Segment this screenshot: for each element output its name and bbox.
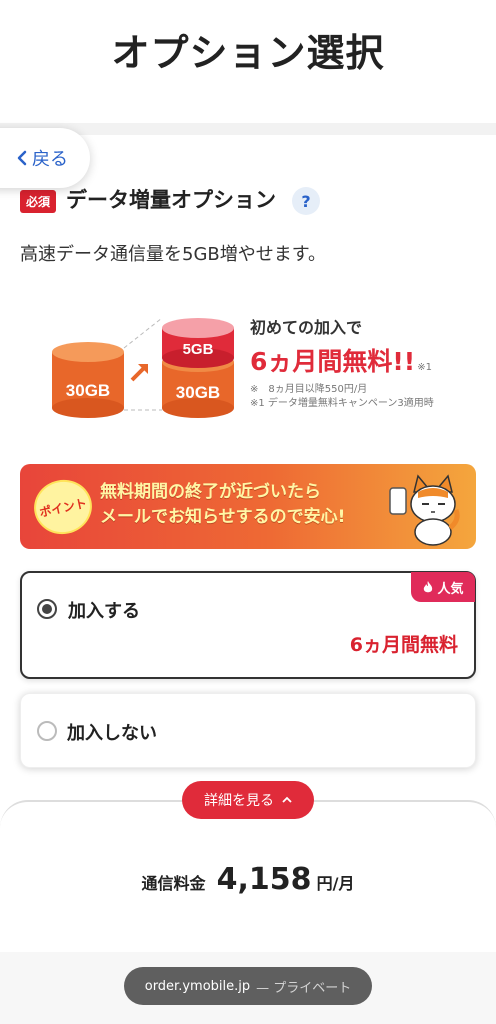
required-badge: 必須 — [20, 190, 57, 213]
option-join-price: 6ヵ月間無料 — [349, 634, 458, 656]
option-join-label: 加入する — [68, 601, 140, 622]
radio-join[interactable] — [37, 599, 57, 619]
data-increase-illustration: 30GB 30GB 5GB — [52, 317, 234, 418]
back-button[interactable]: 戻る — [0, 128, 90, 188]
page-title: オプション選択 — [111, 31, 385, 75]
radio-decline[interactable] — [37, 721, 57, 741]
base-capacity-label: 30GB — [66, 381, 110, 400]
promo-note: ※ 8ヵ月目以降550円/月 ※1 データ増量無料キャンペーン3適用時 — [250, 383, 490, 410]
banner-line2: メールでお知らせするので安心! — [100, 506, 346, 527]
url-text: order.ymobile.jp — [144, 978, 251, 994]
total-capacity-label: 30GB — [176, 383, 220, 402]
chevron-up-icon — [282, 796, 292, 803]
promo-line2: 6ヵ月間無料!! ※1 — [250, 342, 490, 378]
fee-value: 4,158 — [216, 862, 312, 897]
option-decline-label: 加入しない — [67, 723, 157, 744]
section-title: データ増量オプション — [66, 188, 276, 212]
promo-line1: 初めての加入で — [250, 318, 363, 337]
promo-note-2: ※1 データ増量無料キャンペーン3適用時 — [250, 397, 434, 409]
popular-badge: 人気 — [411, 572, 475, 602]
section-description: 高速データ通信量を5GB増やせます。 — [20, 244, 326, 265]
promo-text: 初めての加入で 6ヵ月間無料!! ※1 ※ 8ヵ月目以降550円/月 ※1 データ… — [250, 314, 490, 410]
details-label: 詳細を見る — [204, 793, 274, 809]
flame-icon — [424, 581, 433, 593]
popular-label: 人気 — [437, 581, 464, 597]
private-mode-label: — プライベート — [256, 980, 352, 996]
reminder-banner: ポイント 無料期間の終了が近づいたら メールでお知らせするので安心! — [20, 464, 476, 549]
promo-headline: 6ヵ月間無料!! — [250, 347, 416, 376]
help-icon[interactable]: ? — [292, 187, 320, 215]
promo-footnote-mark: ※1 — [417, 362, 432, 373]
url-pill[interactable]: order.ymobile.jp — プライベート — [124, 967, 372, 1005]
promo-note-1: ※ 8ヵ月目以降550円/月 — [250, 384, 368, 395]
option-decline[interactable]: 加入しない — [20, 693, 476, 768]
point-badge: ポイント — [29, 474, 97, 540]
option-join[interactable]: 加入する 6ヵ月間無料 人気 — [20, 571, 476, 679]
fee-label: 通信料金 — [141, 874, 206, 893]
fee-row: 通信料金 4,158 円/月 — [0, 862, 496, 897]
banner-line1: 無料期間の終了が近づいたら — [100, 482, 321, 502]
cat-mascot-icon — [389, 474, 460, 546]
chevron-left-icon — [17, 150, 27, 166]
back-label: 戻る — [32, 149, 68, 170]
fee-unit: 円/月 — [316, 874, 355, 893]
plus-capacity-label: 5GB — [183, 341, 214, 358]
show-details-button[interactable]: 詳細を見る — [182, 781, 314, 819]
banner-text: 無料期間の終了が近づいたら メールでお知らせするので安心! — [100, 480, 345, 529]
